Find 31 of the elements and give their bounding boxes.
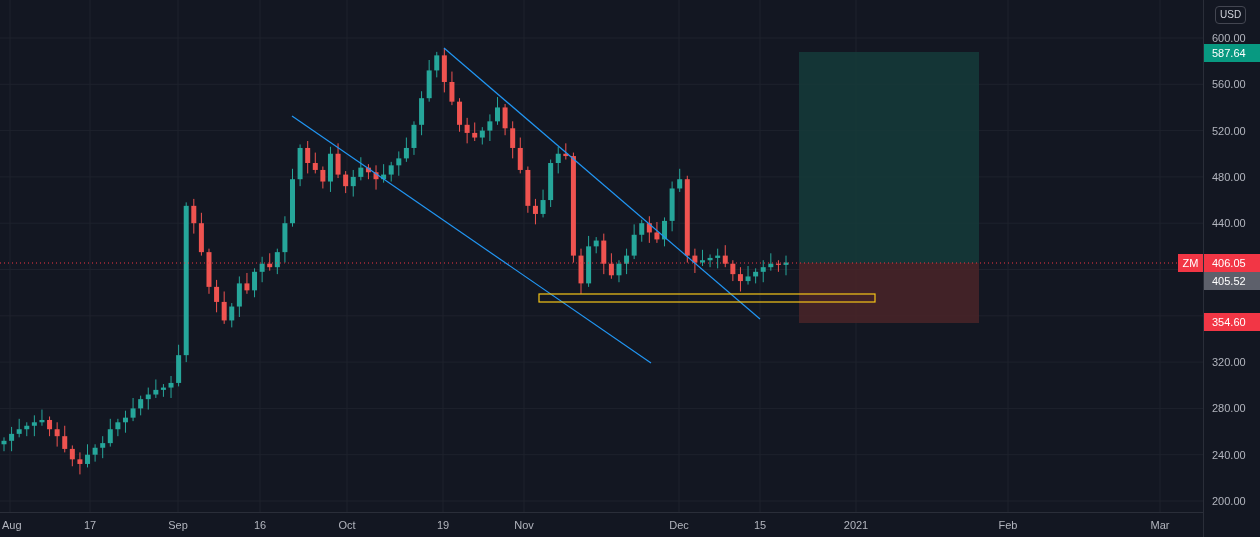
time-axis-label: 16 xyxy=(253,518,267,532)
time-axis-label: Nov xyxy=(514,518,534,532)
price-badge: 405.52 xyxy=(1204,272,1260,290)
price-axis-label: 240.00 xyxy=(1212,447,1246,462)
price-axis-label: 600.00 xyxy=(1212,31,1246,45)
time-axis-label: 19 xyxy=(436,518,450,532)
trend-line[interactable] xyxy=(291,115,652,364)
time-axis-label: Feb xyxy=(998,518,1018,532)
loss-zone[interactable] xyxy=(799,263,979,323)
symbol-badge: ZM xyxy=(1178,254,1203,272)
price-axis-label: 520.00 xyxy=(1212,123,1246,138)
time-axis-label: Aug xyxy=(2,518,22,532)
price-badge: 406.05 xyxy=(1204,254,1260,272)
price-axis-label: 320.00 xyxy=(1212,355,1246,370)
price-axis-label: 440.00 xyxy=(1212,216,1246,231)
time-axis-label: 15 xyxy=(753,518,767,532)
time-axis-label: 17 xyxy=(83,518,97,532)
time-axis-label: Mar xyxy=(1150,518,1170,532)
price-badge: 587.64 xyxy=(1204,44,1260,62)
time-axis-label: Oct xyxy=(338,518,356,532)
time-axis-label: 2021 xyxy=(843,518,869,532)
price-axis-label: 480.00 xyxy=(1212,169,1246,184)
price-axis-label: 560.00 xyxy=(1212,77,1246,92)
price-axis-label: 200.00 xyxy=(1212,494,1246,508)
currency-label[interactable]: USD xyxy=(1215,6,1247,24)
price-badge: 354.60 xyxy=(1204,313,1260,331)
price-axis-label: 280.00 xyxy=(1212,401,1246,416)
support-zone[interactable] xyxy=(538,293,876,303)
time-axis-label: Dec xyxy=(669,518,689,532)
time-axis-label: Sep xyxy=(168,518,188,532)
trend-line[interactable] xyxy=(443,47,761,320)
